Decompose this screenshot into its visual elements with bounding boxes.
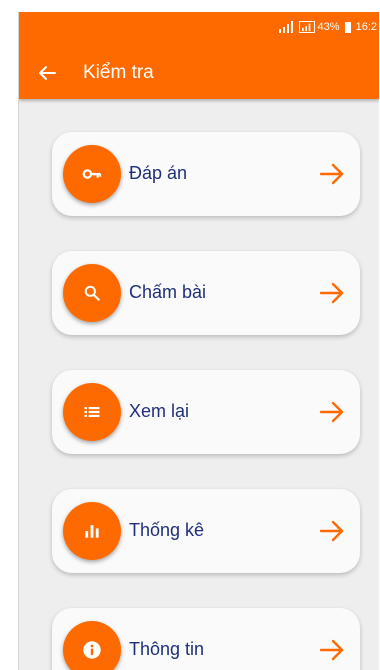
- menu-item-thong-ke[interactable]: Thống kê: [52, 489, 360, 573]
- menu-icon-circle: [63, 145, 121, 203]
- arrow-right-icon: [319, 163, 344, 185]
- menu-item-dap-an[interactable]: Đáp án: [52, 132, 360, 216]
- menu-icon-circle: [63, 264, 121, 322]
- menu-item-xem-lai[interactable]: Xem lại: [52, 370, 360, 454]
- arrow-right-icon: [319, 401, 344, 423]
- list-icon: [84, 407, 100, 417]
- battery-percent: 43%: [317, 21, 340, 33]
- status-bar: 43% 16:2: [278, 16, 379, 38]
- menu-item-label: Chấm bài: [129, 282, 207, 302]
- arrow-right-icon: [319, 282, 344, 304]
- signal-icon: [278, 21, 293, 33]
- menu-item-cham-bai[interactable]: Chấm bài: [52, 251, 360, 335]
- menu-item-thong-tin[interactable]: Thông tin: [52, 608, 360, 670]
- menu-icon-circle: [63, 383, 121, 441]
- clock: 16:2: [355, 21, 377, 33]
- signal-icon: [298, 21, 315, 33]
- menu-item-label: Xem lại: [129, 401, 190, 421]
- arrow-left-icon[interactable]: [35, 61, 59, 85]
- phone-screen: 43% 16:2 Kiểm tra Đáp án Chấm bài Xem lạ…: [18, 12, 379, 670]
- app-bar: 43% 16:2 Kiểm tra: [19, 12, 379, 99]
- menu-item-label: Đáp án: [129, 163, 188, 183]
- arrow-right-icon: [319, 639, 344, 661]
- menu-item-label: Thống kê: [129, 520, 205, 540]
- arrow-right-icon: [319, 520, 344, 542]
- page-title: Kiểm tra: [83, 62, 154, 83]
- menu-icon-circle: [63, 502, 121, 560]
- battery-icon: [344, 21, 351, 33]
- search-icon: [84, 285, 100, 301]
- info-icon: [83, 641, 101, 659]
- menu-icon-circle: [63, 621, 121, 670]
- bar-chart-icon: [85, 525, 99, 538]
- key-icon: [82, 169, 102, 179]
- menu-item-label: Thông tin: [129, 639, 205, 659]
